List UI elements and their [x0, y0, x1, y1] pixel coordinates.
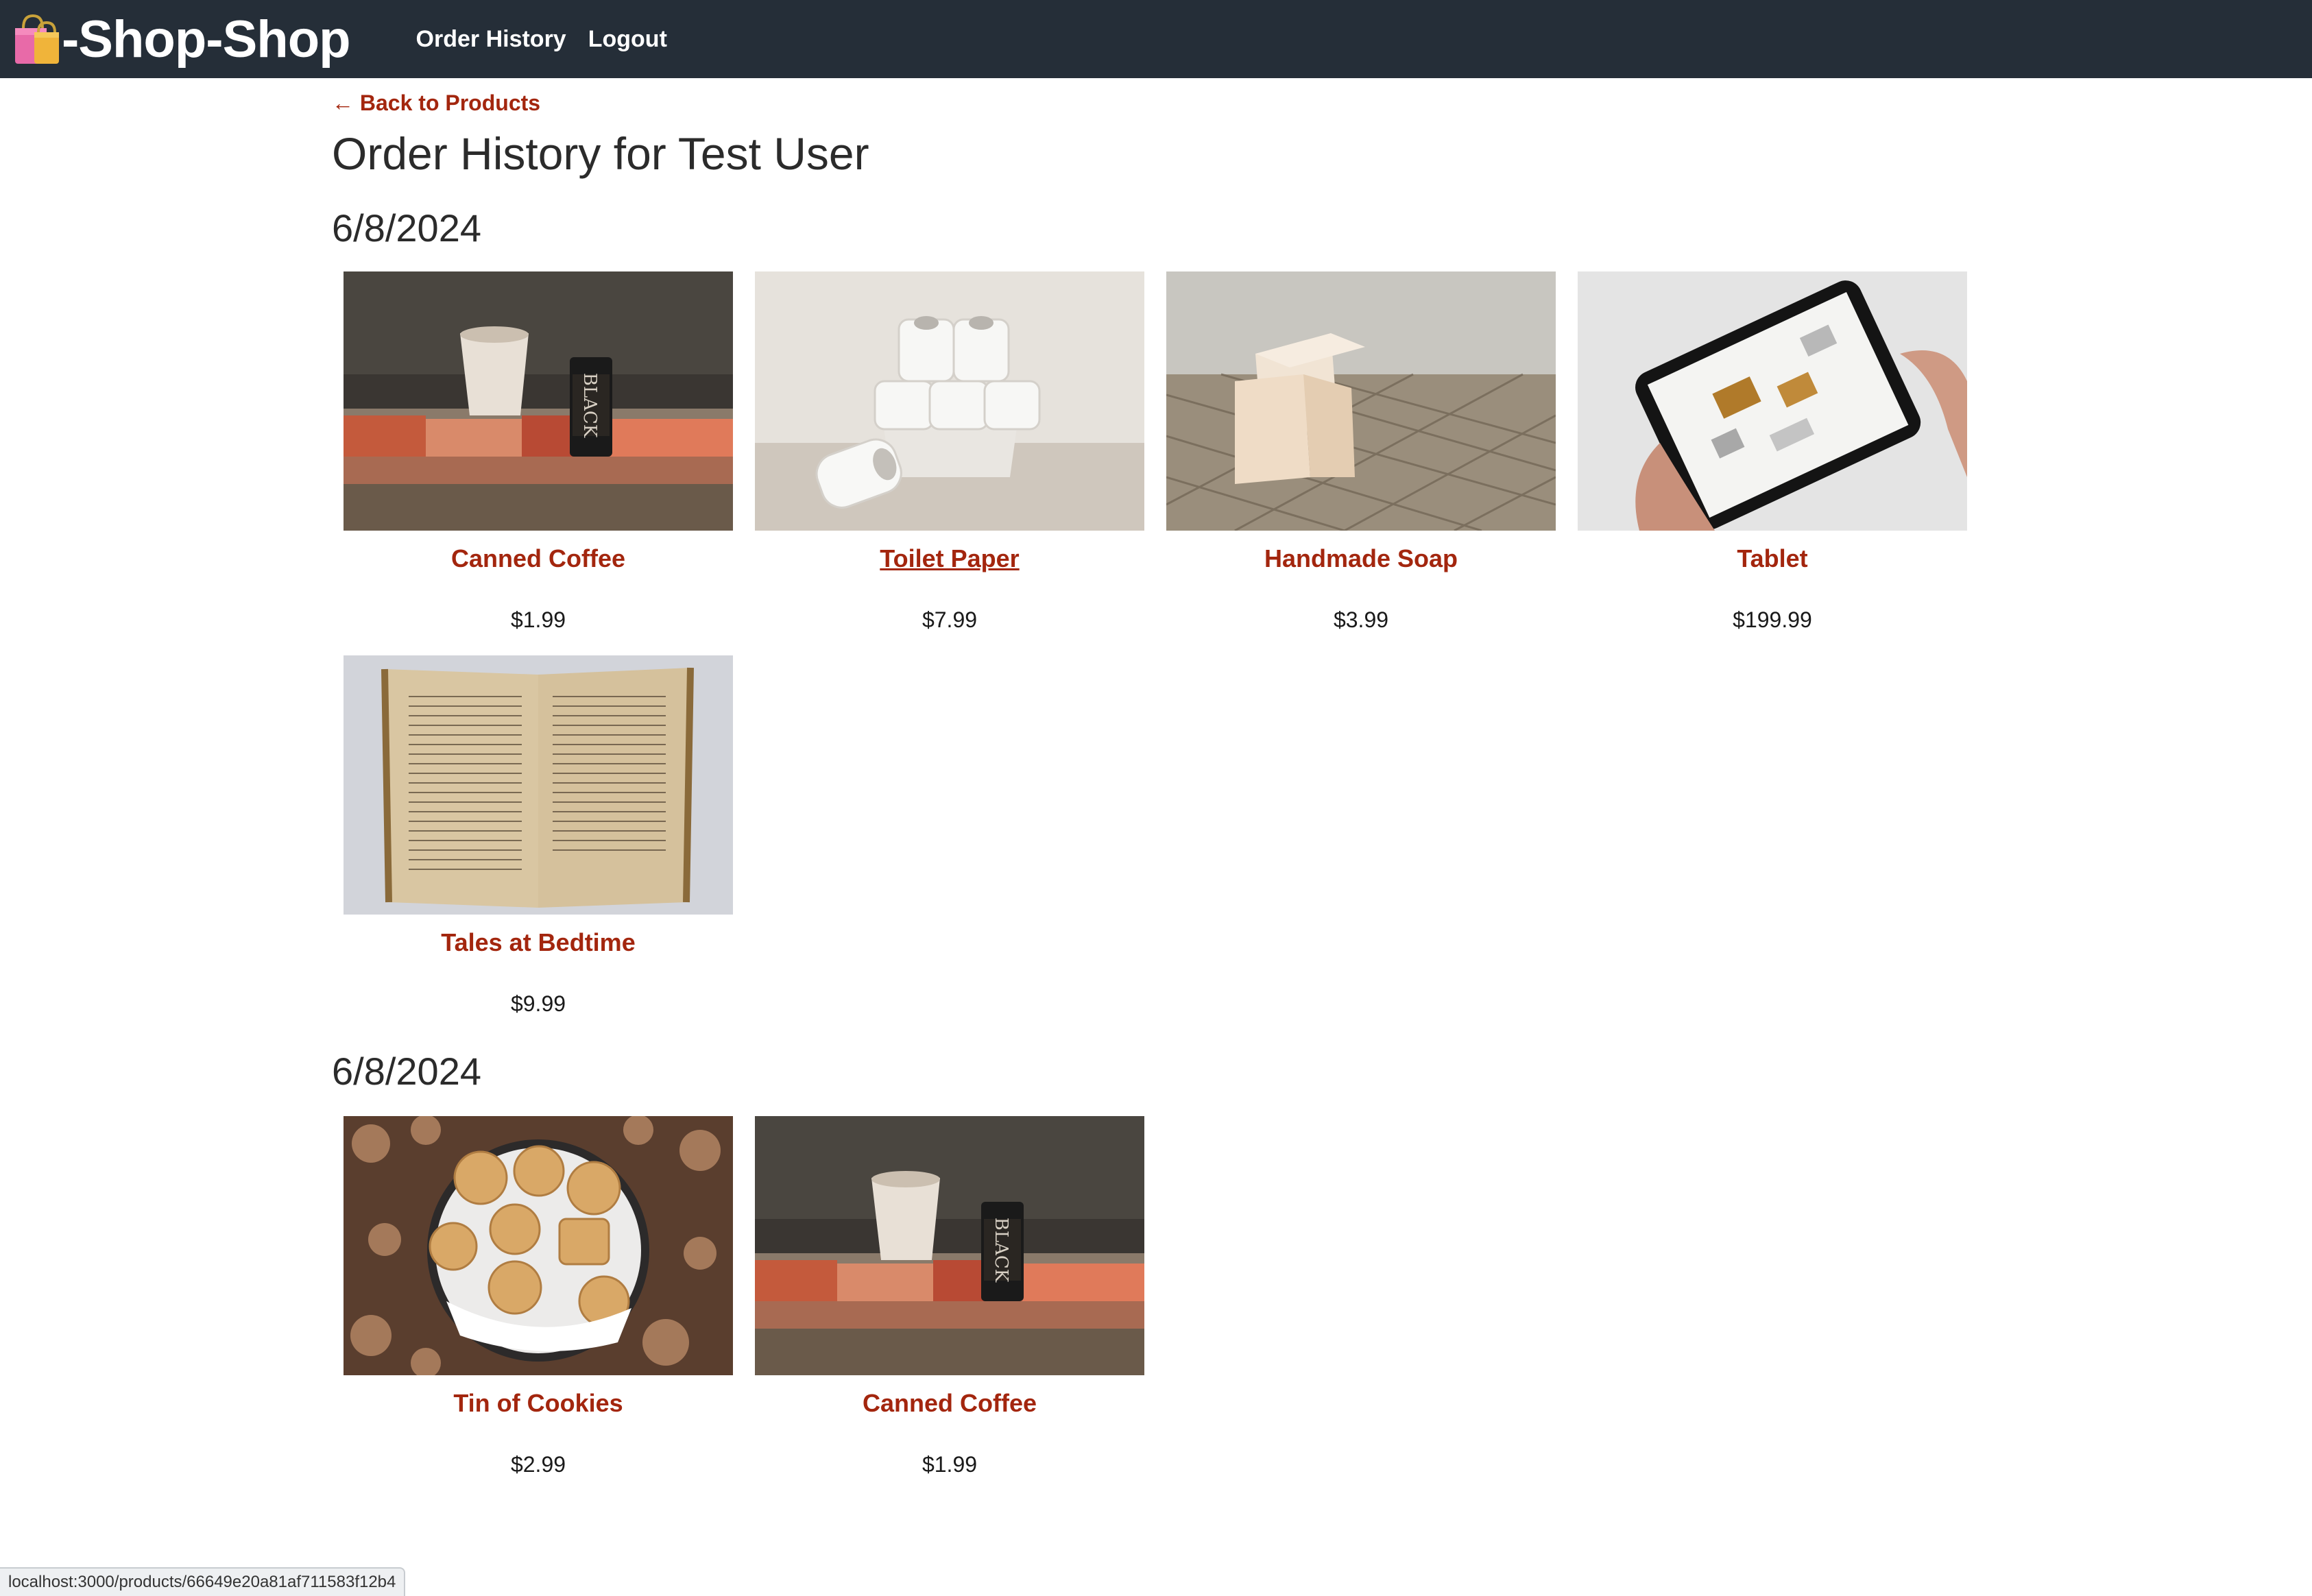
product-price: $1.99	[922, 1452, 978, 1477]
product-image-link[interactable]	[344, 271, 733, 531]
order-date: 6/8/2024	[332, 206, 481, 250]
book-photo	[344, 655, 733, 915]
product-price: $2.99	[510, 1452, 566, 1477]
product-name-link[interactable]: Canned Coffee	[755, 1389, 1144, 1418]
product-name-link[interactable]: Canned Coffee	[344, 544, 733, 573]
product-image-link[interactable]	[344, 1116, 733, 1375]
product-price: $199.99	[1733, 607, 1812, 632]
brand-name: -Shop-Shop	[62, 10, 351, 69]
product-image-link[interactable]	[344, 655, 733, 915]
back-to-products-link[interactable]: ← Back to Products	[332, 90, 540, 116]
product-name-link[interactable]: Tablet	[1578, 544, 1967, 573]
top-nav-bar: -Shop-Shop Order History Logout	[0, 0, 2312, 78]
product-name-link[interactable]: Handmade Soap	[1166, 544, 1556, 573]
product-card: Canned Coffee $1.99	[755, 1116, 1144, 1477]
brand-home-link[interactable]: -Shop-Shop	[10, 0, 351, 78]
product-price: $3.99	[1333, 607, 1389, 632]
nav-order-history-link[interactable]: Order History	[416, 26, 566, 53]
product-name-link[interactable]: Toilet Paper	[755, 544, 1144, 573]
order-date: 6/8/2024	[332, 1050, 481, 1093]
product-name-link[interactable]: Tin of Cookies	[344, 1389, 733, 1418]
nav-links: Order History Logout	[416, 26, 689, 53]
product-price: $7.99	[922, 607, 978, 632]
canned-coffee-photo	[755, 1116, 1144, 1375]
page-title: Order History for Test User	[332, 128, 869, 179]
browser-status-url: localhost:3000/products/66649e20a81af711…	[0, 1567, 406, 1596]
nav-logout-link[interactable]: Logout	[588, 26, 667, 53]
canned-coffee-photo	[344, 271, 733, 531]
cookies-photo	[344, 1116, 733, 1375]
product-price: $9.99	[510, 991, 566, 1016]
product-price: $1.99	[510, 607, 566, 632]
soap-photo	[1166, 271, 1556, 531]
product-card: Tin of Cookies $2.99	[344, 1116, 733, 1477]
product-card: Toilet Paper $7.99	[755, 271, 1144, 633]
product-image-link[interactable]	[755, 271, 1144, 531]
product-image-link[interactable]	[1166, 271, 1556, 531]
product-image-link[interactable]	[755, 1116, 1144, 1375]
product-name-link[interactable]: Tales at Bedtime	[344, 928, 733, 957]
shopping-bags-icon	[15, 14, 59, 64]
tablet-photo	[1578, 271, 1967, 531]
product-card: Canned Coffee $1.99	[344, 271, 733, 633]
product-card: Tablet $199.99	[1578, 271, 1967, 633]
product-card: Tales at Bedtime $9.99	[344, 655, 733, 1017]
product-image-link[interactable]	[1578, 271, 1967, 531]
toilet-paper-photo	[755, 271, 1144, 531]
product-card: Handmade Soap $3.99	[1166, 271, 1556, 633]
